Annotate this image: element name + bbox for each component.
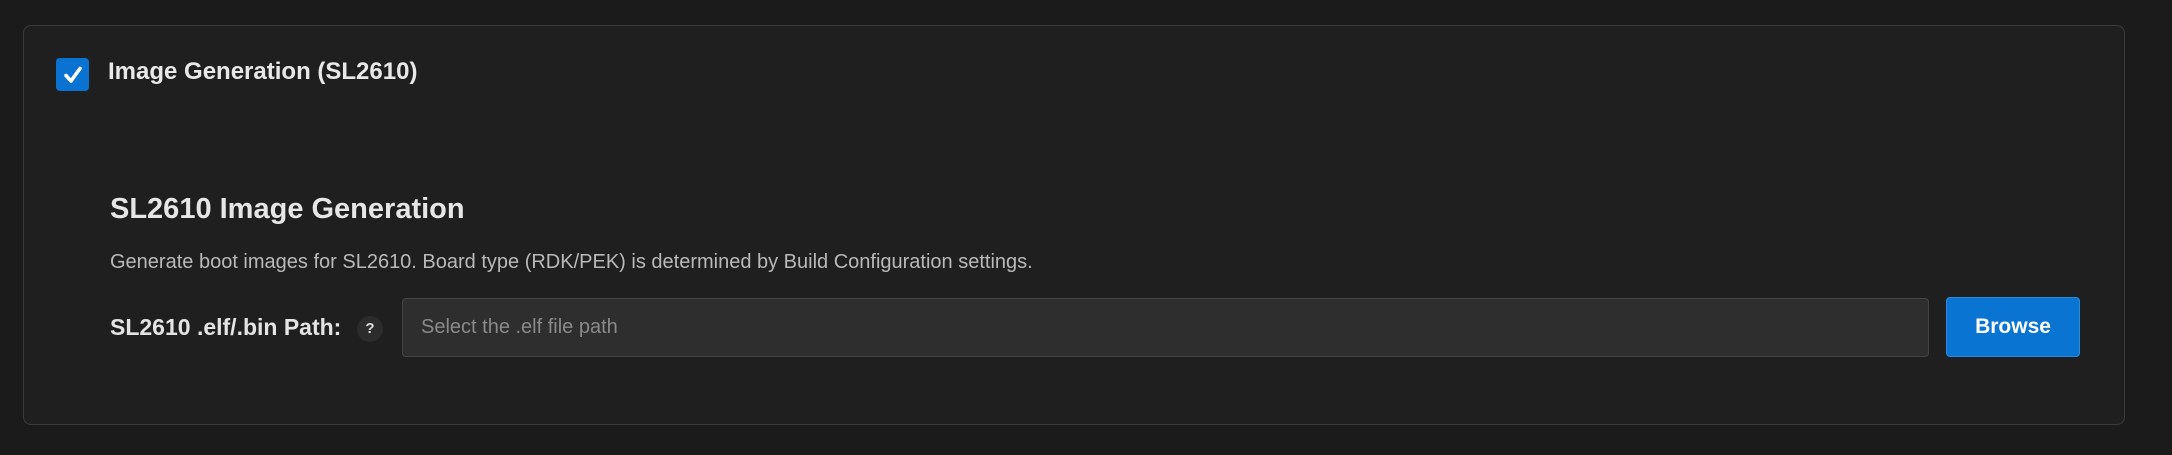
sl2610-image-generation-heading: SL2610 Image Generation (110, 193, 465, 225)
elf-path-input[interactable] (402, 298, 1929, 357)
help-icon[interactable]: ? (357, 316, 383, 342)
section-description: Generate boot images for SL2610. Board t… (110, 251, 1033, 273)
browse-button[interactable]: Browse (1946, 297, 2080, 357)
image-generation-checkbox[interactable] (56, 58, 89, 91)
section-title: Image Generation (SL2610) (108, 58, 418, 85)
elf-path-label: SL2610 .elf/.bin Path: (110, 314, 342, 340)
checkmark-icon (63, 66, 82, 83)
